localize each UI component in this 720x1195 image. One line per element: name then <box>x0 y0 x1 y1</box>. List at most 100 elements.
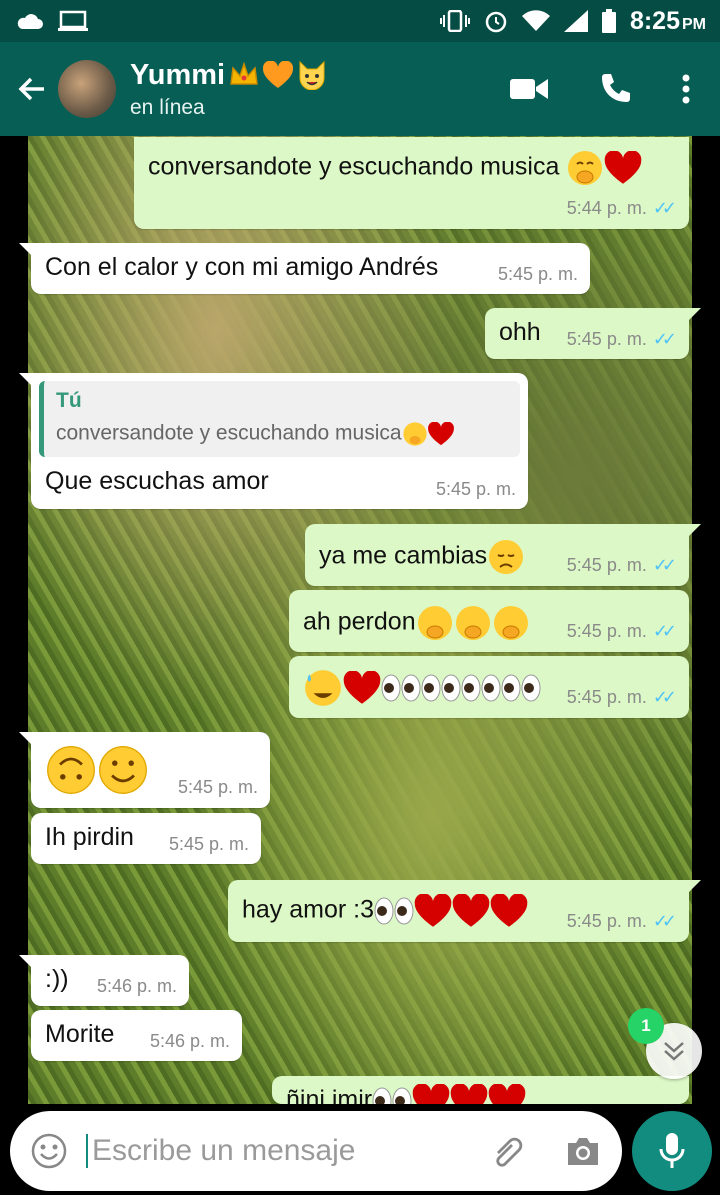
eyes-emoji-icon <box>372 1087 412 1104</box>
red-heart-emoji-icon <box>427 422 454 446</box>
message-time: 5:45 p. m. <box>177 777 258 797</box>
contact-name: Yummi <box>130 58 510 92</box>
microphone-icon <box>659 1133 685 1168</box>
message-bubble[interactable]: :)) 5:46 p. m. <box>19 955 189 1006</box>
message-time: 5:45 p. m. <box>566 621 647 641</box>
hand-over-mouth-emoji-icon <box>493 606 528 640</box>
message-bubble[interactable]: Tú conversandote y escuchando musica Que… <box>19 373 528 509</box>
emoji-icon[interactable] <box>30 1132 68 1170</box>
eyes-emoji-icon <box>381 674 421 702</box>
orange-heart-emoji-icon <box>263 61 294 88</box>
read-ticks-icon: ✓✓ <box>652 198 677 218</box>
video-call-icon[interactable] <box>510 77 548 101</box>
eyes-emoji-icon <box>421 674 461 702</box>
message-bubble[interactable]: ñini imir <box>272 1076 689 1104</box>
read-ticks-icon: ✓✓ <box>652 621 677 641</box>
signal-icon <box>563 10 588 32</box>
camera-icon[interactable] <box>564 1135 602 1167</box>
message-time: 5:45 p. m. <box>435 479 516 499</box>
red-heart-emoji-icon <box>450 1084 488 1104</box>
message-time: 5:45 p. m. <box>566 555 647 575</box>
contact-info[interactable]: Yummi en línea <box>130 58 510 120</box>
attachment-icon[interactable] <box>490 1133 526 1169</box>
message-time: 5:45 p. m. <box>566 329 647 349</box>
message-bubble[interactable]: hay amor :3 5:45 p. m. ✓✓ <box>228 880 701 942</box>
message-bubble[interactable]: ya me cambias 5:45 p. m. ✓✓ <box>305 524 701 586</box>
red-heart-emoji-icon <box>414 894 452 927</box>
more-options-icon[interactable] <box>682 74 690 104</box>
crown-emoji-icon <box>230 62 258 85</box>
message-bubble[interactable]: Morite 5:46 p. m. <box>31 1010 242 1061</box>
red-heart-emoji-icon <box>452 894 490 927</box>
red-heart-emoji-icon <box>490 894 528 927</box>
message-time: 5:45 p. m. <box>497 264 578 284</box>
message-bubble[interactable]: Con el calor y con mi amigo Andrés 5:45 … <box>19 243 590 294</box>
disappointed-face-emoji-icon <box>489 540 524 574</box>
cat-emoji-icon <box>299 60 325 90</box>
message-text: hay amor :3 <box>242 895 375 924</box>
status-bar: 8:25 PM <box>0 0 720 42</box>
clock: 8:25 PM <box>629 6 706 35</box>
hand-over-mouth-emoji-icon <box>455 606 490 640</box>
message-time: 5:44 p. m. <box>566 198 647 218</box>
read-ticks-icon: ✓✓ <box>652 911 677 931</box>
read-ticks-icon: ✓✓ <box>652 329 677 349</box>
hand-over-mouth-emoji-icon <box>402 422 427 446</box>
arrow-back-icon <box>18 77 44 101</box>
message-time: 5:45 p. m. <box>168 834 249 854</box>
message-text: conversandote y escuchando musica <box>148 152 560 181</box>
eyes-emoji-icon <box>501 674 541 702</box>
eyes-emoji-icon <box>461 674 501 702</box>
battery-icon <box>601 9 616 33</box>
message-time: 5:46 p. m. <box>149 1031 230 1051</box>
message-text: Morite <box>45 1020 115 1048</box>
message-bubble[interactable]: ohh 5:45 p. m. ✓✓ <box>485 308 701 359</box>
phone-call-icon[interactable] <box>598 72 632 106</box>
double-chevron-down-icon <box>664 1042 684 1061</box>
upside-down-face-emoji-icon <box>47 746 95 794</box>
red-heart-emoji-icon <box>343 671 381 704</box>
wifi-icon <box>521 10 550 32</box>
screen-icon <box>58 10 88 31</box>
message-bubble[interactable]: Ih pirdin 5:45 p. m. <box>31 813 261 864</box>
message-text: ñini imir <box>286 1085 373 1104</box>
back-button[interactable] <box>10 74 54 104</box>
quote-author: Tú <box>56 389 82 412</box>
read-ticks-icon: ✓✓ <box>652 555 677 575</box>
red-heart-emoji-icon <box>488 1084 526 1104</box>
hand-over-mouth-emoji-icon <box>417 606 452 640</box>
red-heart-emoji-icon <box>412 1084 450 1104</box>
message-text: Que escuchas amor <box>45 467 269 495</box>
message-bubble[interactable]: conversandote y escuchando musica 5:44 p… <box>134 137 689 229</box>
hand-over-mouth-emoji-icon <box>568 151 603 185</box>
message-composer <box>10 1111 622 1191</box>
quoted-message[interactable]: Tú conversandote y escuchando musica <box>39 381 520 457</box>
message-text: Ih pirdin <box>45 823 134 851</box>
message-time: 5:45 p. m. <box>566 687 647 707</box>
grinning-sweat-emoji-icon <box>305 670 341 706</box>
message-text: ohh <box>499 318 541 346</box>
message-time: 5:45 p. m. <box>566 911 647 931</box>
message-text: :)) <box>45 965 69 993</box>
message-time: 5:46 p. m. <box>96 976 177 996</box>
message-text: Con el calor y con mi amigo Andrés <box>45 253 439 281</box>
alarm-icon <box>485 11 507 33</box>
slightly-smiling-face-emoji-icon <box>99 746 147 794</box>
chat-header: Yummi en línea <box>0 42 720 136</box>
vibrate-icon <box>439 10 470 32</box>
avatar[interactable] <box>58 60 116 118</box>
message-bubble[interactable]: ah perdon 5:45 p. m. ✓✓ <box>289 590 689 652</box>
message-input[interactable] <box>86 1134 490 1168</box>
unread-badge: 1 <box>628 1008 664 1044</box>
cloud-icon <box>17 14 43 29</box>
contact-status: en línea <box>130 96 205 119</box>
message-text: ah perdon <box>303 607 416 636</box>
read-ticks-icon: ✓✓ <box>652 687 677 707</box>
eyes-emoji-icon <box>374 897 414 925</box>
quote-text: conversandote y escuchando musica <box>56 421 508 447</box>
message-text: ya me cambias <box>319 541 488 570</box>
voice-message-button[interactable] <box>632 1111 712 1191</box>
red-heart-emoji-icon <box>605 151 642 184</box>
message-bubble[interactable]: 5:45 p. m. <box>19 732 270 808</box>
message-bubble[interactable]: 5:45 p. m. ✓✓ <box>289 656 689 718</box>
